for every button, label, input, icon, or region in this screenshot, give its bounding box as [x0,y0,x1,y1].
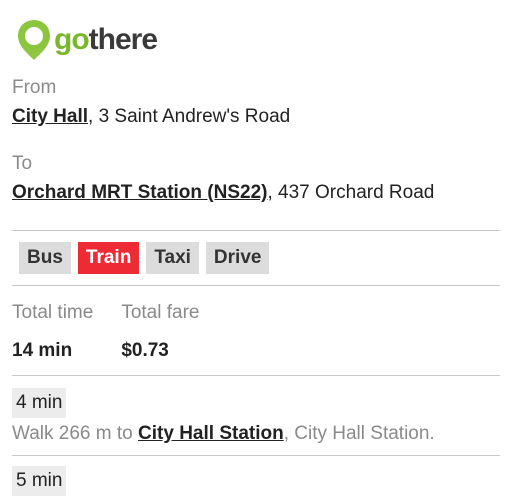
tab-train[interactable]: Train [77,242,140,274]
gothere-logo[interactable]: gothere [16,16,158,64]
total-fare: Total fare $0.73 [121,302,199,362]
total-fare-label: Total fare [121,302,200,323]
total-time-value: 14 min [12,340,73,361]
divider [12,375,500,376]
step-text-after: , City Hall Station. [283,423,435,444]
to-place-link[interactable]: Orchard MRT Station (NS22) [12,182,267,203]
from-address: City Hall, 3 Saint Andrew's Road [12,106,500,128]
tab-taxi[interactable]: Taxi [146,242,199,274]
to-section: To Orchard MRT Station (NS22), 437 Orcha… [12,153,500,204]
to-label: To [12,153,33,174]
divider [12,230,500,231]
step-text: Walk 266 m to [12,423,139,444]
brand-suffix: there [88,23,158,56]
from-address-rest: , 3 Saint Andrew's Road [88,106,291,127]
divider [12,285,500,286]
from-label: From [12,77,57,98]
divider [12,455,500,456]
map-pin-icon [18,20,50,60]
total-fare-value: $0.73 [121,340,169,361]
to-address-rest: , 437 Orchard Road [267,182,435,203]
step-duration: 5 min [12,466,67,496]
from-place-link[interactable]: City Hall [12,106,88,127]
total-time-label: Total time [12,302,94,323]
tab-bus[interactable]: Bus [19,242,71,274]
transport-mode-tabs: Bus Train Taxi Drive [19,242,270,274]
brand-name: gothere [54,23,158,56]
total-time: Total time 14 min [12,302,93,362]
tab-drive[interactable]: Drive [205,242,270,274]
step-place-link[interactable]: City Hall Station [138,423,284,444]
step-duration: 4 min [12,388,67,418]
brand-prefix: go [54,23,90,56]
trip-summary: Total time 14 min Total fare $0.73 [12,302,199,362]
to-address: Orchard MRT Station (NS22), 437 Orchard … [12,182,500,204]
from-section: From City Hall, 3 Saint Andrew's Road [12,77,500,128]
step-description: Walk 266 m to City Hall Station, City Ha… [12,423,435,445]
